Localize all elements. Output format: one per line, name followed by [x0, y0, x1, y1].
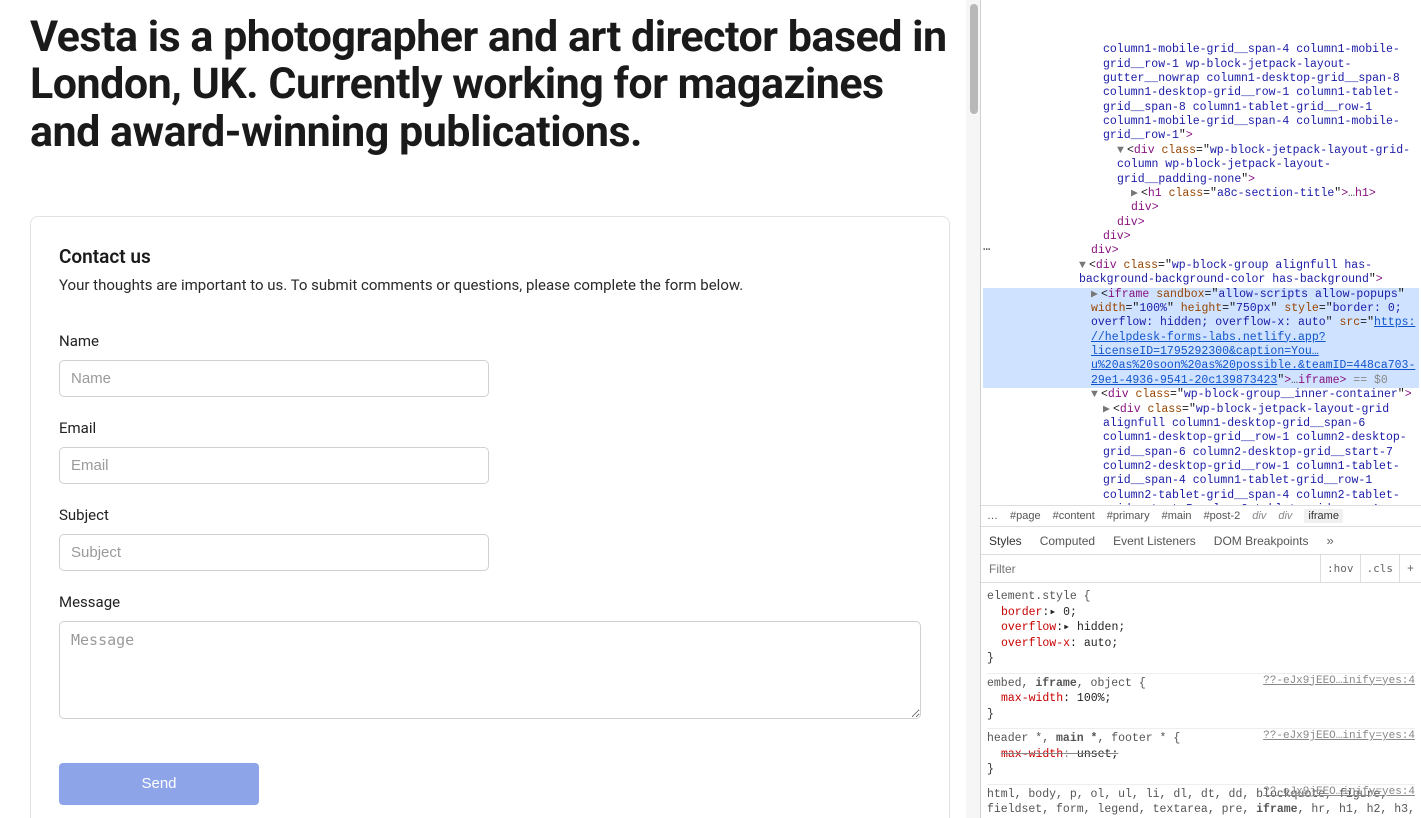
dom-line[interactable]: grid__span-8 column1-tablet-grid__row-1 — [983, 101, 1419, 115]
field-message: Message — [59, 593, 921, 723]
hov-toggle[interactable]: :hov — [1320, 555, 1360, 582]
source-link[interactable]: ??-eJx9jEEO…inify=yes:4 — [1263, 729, 1415, 744]
dom-line[interactable]: column2-desktop-grid__row-1 column1-tabl… — [983, 460, 1419, 474]
input-message[interactable] — [59, 621, 921, 719]
input-email[interactable] — [59, 447, 489, 484]
more-tabs-icon[interactable]: » — [1326, 533, 1333, 548]
dom-line[interactable]: grid__padding-none"> — [983, 173, 1419, 187]
styles-tab[interactable]: Styles — [989, 534, 1022, 548]
input-name[interactable] — [59, 360, 489, 397]
dom-line[interactable]: ▼<div class="wp-block-group__inner-conta… — [983, 388, 1419, 402]
overflow-ellipsis-icon[interactable]: ⋯ — [981, 243, 993, 258]
cls-toggle[interactable]: .cls — [1360, 555, 1400, 582]
dom-line[interactable]: ▼<div class="wp-block-jetpack-layout-gri… — [983, 144, 1419, 158]
dom-line[interactable]: overflow: hidden; overflow-x: auto" src=… — [983, 316, 1419, 330]
breadcrumb-item[interactable]: #primary — [1107, 510, 1150, 522]
dom-line[interactable]: //helpdesk-forms-labs.netlify.app? — [983, 331, 1419, 345]
css-rule[interactable]: element.style {border:▸ 0;overflow:▸ hid… — [987, 587, 1415, 674]
label-name: Name — [59, 332, 921, 350]
dom-line[interactable]: grid__row-1 wp-block-jetpack-layout- — [983, 58, 1419, 72]
dom-line[interactable]: background-background-color has-backgrou… — [983, 273, 1419, 287]
card-title: Contact us — [59, 245, 921, 268]
label-subject: Subject — [59, 506, 921, 524]
scrollbar-track — [966, 0, 980, 818]
devtools-panel: ⋯ column1-mobile-grid__span-4 column1-mo… — [980, 0, 1421, 818]
label-email: Email — [59, 419, 921, 437]
send-button[interactable]: Send — [59, 763, 259, 805]
input-subject[interactable] — [59, 534, 489, 571]
dom-line[interactable]: column wp-block-jetpack-layout- — [983, 158, 1419, 172]
dom-line[interactable]: div> — [983, 216, 1419, 230]
label-message: Message — [59, 593, 921, 611]
dom-line[interactable]: ▼<div class="wp-block-group alignfull ha… — [983, 259, 1419, 273]
breadcrumb-item[interactable]: #main — [1162, 510, 1192, 522]
styles-filter-input[interactable] — [981, 558, 1320, 580]
styles-tab[interactable]: DOM Breakpoints — [1214, 534, 1309, 548]
dom-line[interactable]: grid__span-4 column1-tablet-grid__row-1 — [983, 474, 1419, 488]
dom-line[interactable]: ▶<iframe sandbox="allow-scripts allow-po… — [983, 288, 1419, 302]
hero-title: Vesta is a photographer and art director… — [30, 14, 950, 156]
dom-line[interactable]: licenseID=1795292300&caption=You… — [983, 345, 1419, 359]
dom-line[interactable]: u%20as%20soon%20as%20possible.&teamID=44… — [983, 359, 1419, 373]
source-link[interactable]: ??-eJx9jEEO…inify=yes:4 — [1263, 785, 1415, 800]
dom-line[interactable]: column1-mobile-grid__span-4 column1-mobi… — [983, 43, 1419, 57]
field-subject: Subject — [59, 506, 921, 571]
page-preview: Vesta is a photographer and art director… — [0, 0, 980, 818]
breadcrumb-item[interactable]: #post-2 — [1204, 510, 1241, 522]
new-style-rule-icon[interactable]: + — [1399, 555, 1421, 582]
breadcrumb-item[interactable]: #content — [1053, 510, 1095, 522]
dom-line[interactable]: div> — [983, 230, 1419, 244]
contact-card: Contact us Your thoughts are important t… — [30, 216, 950, 818]
breadcrumb-item[interactable]: iframe — [1304, 509, 1343, 523]
styles-tabs: Styles Computed Event Listeners DOM Breakpo… — [981, 527, 1421, 555]
css-rule[interactable]: html, body, p, ol, ul, li, dl, dt, dd, b… — [987, 785, 1415, 818]
dom-line[interactable]: width="100%" height="750px" style="borde… — [983, 302, 1419, 316]
css-rule[interactable]: header *, main *, footer * {??-eJx9jEEO…… — [987, 729, 1415, 785]
styles-tab[interactable]: Computed — [1040, 534, 1095, 548]
breadcrumb-bar: … #page #content #primary #main #post-2 divdiv… — [981, 505, 1421, 527]
styles-body[interactable]: element.style {border:▸ 0;overflow:▸ hid… — [981, 583, 1421, 818]
dom-line[interactable]: column1-desktop-grid__row-1 column1-tabl… — [983, 86, 1419, 100]
dom-line[interactable]: div> — [983, 244, 1419, 258]
styles-tab[interactable]: Event Listeners — [1113, 534, 1196, 548]
breadcrumb-item[interactable]: #page — [1010, 510, 1041, 522]
styles-filter-row: :hov .cls + — [981, 555, 1421, 583]
dom-line[interactable]: column2-tablet-grid__span-4 column2-tabl… — [983, 489, 1419, 503]
dom-line[interactable]: ▶<div class="wp-block-jetpack-layout-gri… — [983, 403, 1419, 417]
dom-line[interactable]: ▶<h1 class="a8c-section-title">…h1> — [983, 187, 1419, 201]
scrollbar-thumb[interactable] — [970, 4, 978, 114]
dom-line[interactable]: div> — [983, 201, 1419, 215]
dom-line[interactable]: gutter__nowrap column1-desktop-grid__spa… — [983, 72, 1419, 86]
field-name: Name — [59, 332, 921, 397]
card-intro: Your thoughts are important to us. To su… — [59, 276, 921, 294]
dom-tree[interactable]: ⋯ column1-mobile-grid__span-4 column1-mo… — [981, 0, 1421, 505]
dom-line[interactable]: column1-mobile-grid__span-4 column1-mobi… — [983, 115, 1419, 129]
dom-line[interactable]: grid__start-5 column2-tablet-grid__row-1 — [983, 503, 1419, 505]
dom-line[interactable]: grid__span-6 column2-desktop-grid__start… — [983, 446, 1419, 460]
breadcrumb-item[interactable]: div — [1278, 510, 1292, 522]
css-rule[interactable]: embed, iframe, object {??-eJx9jEEO…inify… — [987, 674, 1415, 730]
dom-line[interactable]: column1-desktop-grid__row-1 column2-desk… — [983, 431, 1419, 445]
field-email: Email — [59, 419, 921, 484]
source-link[interactable]: ??-eJx9jEEO…inify=yes:4 — [1263, 674, 1415, 689]
breadcrumb-item[interactable]: div — [1252, 510, 1266, 522]
breadcrumb-item[interactable]: … — [987, 510, 998, 522]
dom-line[interactable]: alignfull column1-desktop-grid__span-6 — [983, 417, 1419, 431]
dom-line[interactable]: 29e1-4936-9541-20c139873423">…iframe> ==… — [983, 374, 1419, 388]
dom-line[interactable]: grid__row-1"> — [983, 129, 1419, 143]
